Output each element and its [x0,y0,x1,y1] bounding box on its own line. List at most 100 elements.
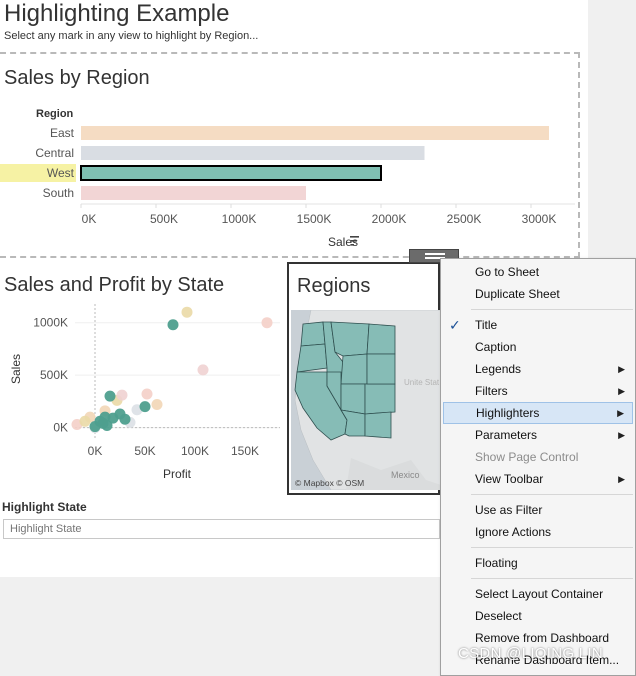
x-tick-label: 0K [82,212,97,226]
dashboard-title: Highlighting Example [4,0,230,27]
menu-item-legends[interactable]: Legends ▶ [443,358,633,380]
x-tick-label: 150K [231,444,259,458]
submenu-arrow-icon: ▶ [617,408,624,418]
menu-item-parameters[interactable]: Parameters ▶ [443,424,633,446]
menu-label: Highlighters [476,406,540,420]
menu-item-duplicate-sheet[interactable]: Duplicate Sheet [443,283,633,305]
bar-west[interactable] [80,165,382,181]
menu-item-title[interactable]: ✓ Title [443,314,633,336]
menu-item-go-to-sheet[interactable]: Go to Sheet [443,261,633,283]
state-oregon[interactable] [296,343,328,373]
menu-label: Deselect [475,609,522,623]
region-label-central[interactable]: Central [35,146,74,160]
menu-label: Caption [475,340,517,354]
menu-separator [471,578,633,579]
menu-label: Go to Sheet [475,265,540,279]
menu-item-view-toolbar[interactable]: View Toolbar ▶ [443,468,633,490]
menu-label: Remove from Dashboard [475,631,610,645]
scatter-point-other[interactable] [151,399,163,411]
scatter-point-west[interactable] [119,413,131,425]
scatter-point-west[interactable] [139,401,151,413]
state-wyoming[interactable] [340,353,368,385]
scatter-point-other[interactable] [116,389,128,401]
x-tick-label: 0K [88,444,103,458]
sales-by-region-sheet[interactable]: Sales by Region Region East Central West So… [0,52,580,258]
menu-item-ignore-actions[interactable]: Ignore Actions [443,521,633,543]
menu-item-show-page-control: Show Page Control [443,446,633,468]
x-tick-label: 3000K [522,212,557,226]
scatter-point-west[interactable] [97,417,109,429]
submenu-arrow-icon: ▶ [618,364,625,374]
regions-map[interactable]: Unite Stat Mexico © Mapbox © OSM [291,310,440,490]
regions-map-sheet[interactable]: Regions Unite Stat Mexico © Mapbox © OSM [287,262,440,495]
profit-x-axis-title: Profit [163,467,192,481]
bar-east[interactable] [81,126,549,140]
scatter-point-other[interactable] [197,364,209,376]
menu-item-filters[interactable]: Filters ▶ [443,380,633,402]
menu-item-floating[interactable]: Floating [443,552,633,574]
sales-y-axis-title: Sales [9,354,23,384]
dashboard-subtitle: Select any mark in any view to highlight… [4,30,259,42]
menu-label: Parameters [475,428,538,442]
menu-label: Select Layout Container [475,587,604,601]
highlight-state-label: Highlight State [2,500,87,514]
menu-label: Title [475,318,498,332]
state-colorado[interactable] [364,383,396,415]
sales-profit-scatter-chart[interactable]: 0K 500K 1000K 0K 50K 100K 150K Sales Profit [0,262,287,492]
menu-label: View Toolbar [475,472,544,486]
region-label-south[interactable]: South [43,186,74,200]
scatter-point-other[interactable] [261,317,273,329]
menu-label: Filters [475,384,508,398]
map-mexico-label: Mexico [391,470,420,480]
region-label-east[interactable]: East [50,126,75,140]
state-north-dakota[interactable] [366,323,396,355]
scatter-point-other[interactable] [141,388,153,400]
menu-item-use-as-filter[interactable]: Use as Filter [443,499,633,521]
y-tick-label: 0K [53,421,68,435]
context-menu[interactable]: Go to Sheet Duplicate Sheet ✓ Title Capti… [440,258,636,676]
scatter-point-other[interactable] [181,306,193,318]
menu-label: Legends [475,362,522,376]
highlight-state-input[interactable] [3,519,440,539]
state-south-dakota[interactable] [366,353,396,385]
region-header: Region [36,108,74,120]
bar-south[interactable] [81,186,306,200]
x-tick-label: 1000K [222,212,257,226]
x-tick-label: 1500K [297,212,332,226]
x-tick-label: 2000K [372,212,407,226]
menu-label: Show Page Control [475,450,579,464]
state-new-mexico[interactable] [364,411,392,439]
scatter-point-other[interactable] [79,415,91,427]
menu-label: Duplicate Sheet [475,287,560,301]
x-tick-label: 2500K [447,212,482,226]
map-attribution: © Mapbox © OSM [295,478,364,488]
menu-separator [471,494,633,495]
menu-item-highlighters[interactable]: Highlighters ▶ [443,402,633,424]
scatter-point-west[interactable] [167,319,179,331]
submenu-arrow-icon: ▶ [618,474,625,484]
scatter-point-west[interactable] [104,390,116,402]
x-tick-label: 500K [150,212,178,226]
checkmark-icon: ✓ [449,317,461,333]
y-tick-label: 1000K [33,316,68,330]
x-tick-label: 50K [134,444,155,458]
x-tick-label: 100K [181,444,209,458]
state-utah[interactable] [340,383,366,415]
submenu-arrow-icon: ▶ [618,386,625,396]
map-country-label-faint: Unite Stat [404,378,440,387]
state-montana[interactable] [330,321,370,357]
menu-handle-line-top [425,253,445,255]
menu-separator [471,547,633,548]
sales-by-region-chart[interactable]: Region East Central West South 0K 500K 1000K 15… [0,54,578,254]
menu-item-select-layout-container[interactable]: Select Layout Container [443,583,633,605]
menu-item-deselect[interactable]: Deselect [443,605,633,627]
region-label-west[interactable]: West [47,166,75,180]
menu-item-caption[interactable]: Caption [443,336,633,358]
bar-central[interactable] [81,146,425,160]
regions-title: Regions [297,275,371,297]
state-washington[interactable] [300,321,326,347]
y-tick-label: 500K [40,368,68,382]
menu-label: Ignore Actions [475,525,552,539]
watermark: CSDN @LIQING LIN [458,645,604,662]
submenu-arrow-icon: ▶ [618,430,625,440]
